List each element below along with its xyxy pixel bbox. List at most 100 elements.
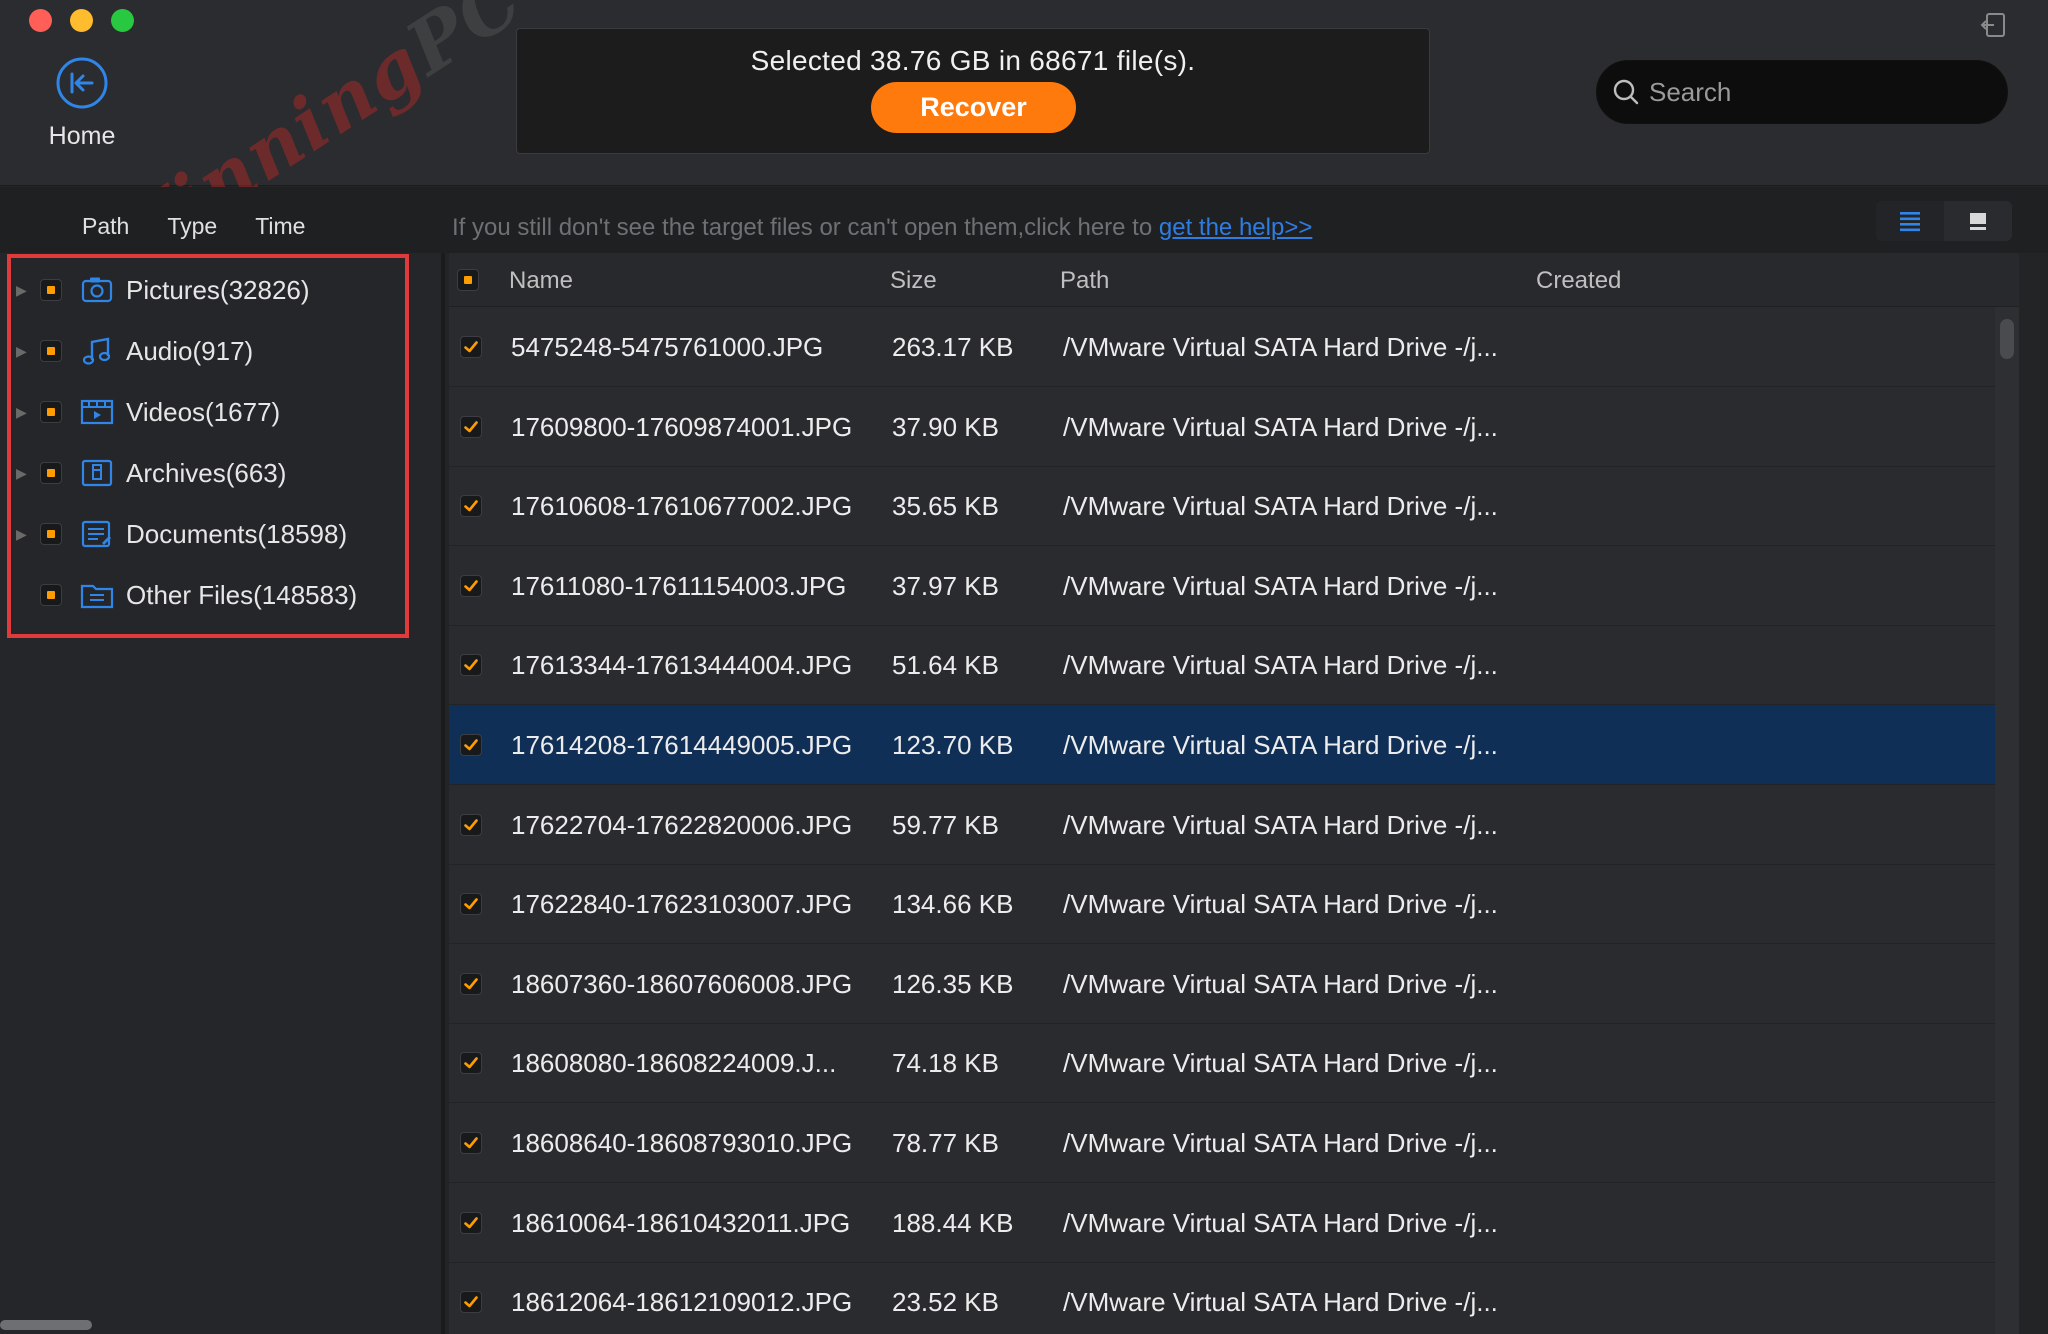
check-icon xyxy=(464,818,478,830)
pictures-icon xyxy=(81,277,113,303)
table-row[interactable]: 17609800-17609874001.JPG 37.90 KB/VMware … xyxy=(449,387,2019,467)
category-documents[interactable]: ▶ Documents(18598) xyxy=(0,506,440,562)
zoom-window-button[interactable] xyxy=(111,9,134,32)
column-size[interactable]: Size xyxy=(890,267,937,295)
help-link[interactable]: get the help>> xyxy=(1159,214,1312,241)
table-header: Name Size Path Created xyxy=(449,253,2019,307)
file-name: 17622704-17622820006.JPG xyxy=(511,809,853,840)
row-checkbox[interactable] xyxy=(460,893,482,916)
file-name: 17614208-17614449005.JPG xyxy=(511,730,853,760)
select-all-checkbox[interactable] xyxy=(457,269,479,291)
file-size: 51.64 KB xyxy=(892,650,999,681)
row-checkbox[interactable] xyxy=(460,415,482,438)
file-name: 17609800-17609874001.JPG xyxy=(511,411,853,442)
row-checkbox[interactable] xyxy=(460,1211,482,1234)
category-checkbox[interactable] xyxy=(40,401,62,423)
table-scrollbar[interactable] xyxy=(1995,307,2019,1334)
category-sidebar: ▶ Pictures(32826) ▶ Audio(917) ▶ Videos(… xyxy=(0,253,445,1334)
category-checkbox[interactable] xyxy=(40,340,62,362)
exit-icon[interactable] xyxy=(1979,10,2009,40)
home-button[interactable]: Home xyxy=(40,56,124,151)
category-checkbox[interactable] xyxy=(40,523,62,545)
home-label: Home xyxy=(48,122,116,150)
preview-view-icon xyxy=(1970,213,1986,230)
category-checkbox[interactable] xyxy=(40,584,62,606)
table-row[interactable]: 18608640-18608793010.JPG 78.77 KB/VMware … xyxy=(449,1103,2019,1183)
check-icon xyxy=(464,977,478,990)
file-path: /VMware Virtual SATA Hard Drive -/j... xyxy=(1063,730,1498,760)
file-path: /VMware Virtual SATA Hard Drive -/j... xyxy=(1063,1207,1498,1238)
selection-status-panel: Selected 38.76 GB in 68671 file(s). Reco… xyxy=(516,28,1430,154)
file-size: 35.65 KB xyxy=(892,491,999,522)
row-checkbox[interactable] xyxy=(460,574,482,597)
minimize-window-button[interactable] xyxy=(70,9,93,32)
row-checkbox[interactable] xyxy=(460,813,482,836)
table-row[interactable]: 17611080-17611154003.JPG 37.97 KB/VMware … xyxy=(449,546,2019,626)
row-checkbox[interactable] xyxy=(460,1052,482,1075)
search-input[interactable] xyxy=(1649,76,1979,108)
recover-button[interactable]: Recover xyxy=(871,82,1076,133)
tab-time[interactable]: Time xyxy=(255,213,305,240)
list-view-button[interactable] xyxy=(1876,201,1944,241)
row-checkbox[interactable] xyxy=(460,654,482,677)
expand-arrow-icon[interactable]: ▶ xyxy=(16,465,40,482)
expand-arrow-icon[interactable]: ▶ xyxy=(16,343,40,360)
file-name: 17622840-17623103007.JPG xyxy=(511,889,853,920)
row-checkbox[interactable] xyxy=(460,734,482,756)
file-path: /VMware Virtual SATA Hard Drive -/j... xyxy=(1063,968,1498,999)
expand-arrow-icon[interactable]: ▶ xyxy=(16,282,40,299)
file-path: /VMware Virtual SATA Hard Drive -/j... xyxy=(1063,889,1498,920)
table-row[interactable]: 17622840-17623103007.JPG 134.66 KB/VMware… xyxy=(449,864,2019,945)
category-pictures[interactable]: ▶ Pictures(32826) xyxy=(0,262,440,318)
row-checkbox[interactable] xyxy=(460,1132,482,1154)
category-other-files[interactable]: Other Files(148583) xyxy=(0,567,440,623)
sidebar-scrollbar[interactable] xyxy=(0,1320,92,1330)
file-name: 5475248-5475761000.JPG xyxy=(511,332,824,362)
search-box[interactable] xyxy=(1596,60,2008,124)
archives-icon xyxy=(81,459,113,487)
app-window: Home WinningPC Selected 38.76 GB in 6867… xyxy=(0,0,2048,1334)
category-label: Pictures(32826) xyxy=(126,274,310,305)
selection-summary: Selected 38.76 GB in 68671 file(s). xyxy=(750,45,1196,76)
close-window-button[interactable] xyxy=(29,9,52,32)
preview-view-button[interactable] xyxy=(1944,201,2012,241)
column-path[interactable]: Path xyxy=(1060,267,1109,295)
back-home-icon xyxy=(56,57,108,109)
check-icon xyxy=(464,500,478,512)
column-name[interactable]: Name xyxy=(509,267,573,295)
row-checkbox[interactable] xyxy=(460,495,482,518)
row-checkbox[interactable] xyxy=(460,972,482,995)
category-checkbox[interactable] xyxy=(40,279,62,301)
check-icon xyxy=(464,420,478,432)
table-row[interactable]: 17610608-17610677002.JPG 35.65 KB/VMware … xyxy=(449,466,2019,547)
expand-arrow-icon[interactable]: ▶ xyxy=(16,526,40,543)
file-path: /VMware Virtual SATA Hard Drive -/j... xyxy=(1063,570,1498,601)
table-row[interactable]: 18610064-18610432011.JPG 188.44 KB/VMware… xyxy=(449,1183,2019,1263)
table-row[interactable]: 18607360-18607606008.JPG 126.35 KB/VMware… xyxy=(449,944,2019,1024)
check-icon xyxy=(464,898,478,910)
expand-arrow-icon[interactable]: ▶ xyxy=(16,404,40,421)
category-audio[interactable]: ▶ Audio(917) xyxy=(0,323,440,379)
table-row[interactable]: 17622704-17622820006.JPG 59.77 KB/VMware … xyxy=(449,785,2019,865)
check-icon xyxy=(464,1057,478,1069)
table-row[interactable]: 5475248-5475761000.JPG 263.17 KB/VMware V… xyxy=(449,307,2019,387)
filter-bar: Path Type Time If you still don't see th… xyxy=(0,187,2048,253)
tab-path[interactable]: Path xyxy=(82,213,129,240)
row-checkbox[interactable] xyxy=(460,1291,482,1314)
table-row[interactable]: 18608080-18608224009.J... 74.18 KB/VMware… xyxy=(449,1023,2019,1104)
file-size: 134.66 KB xyxy=(892,889,1014,920)
table-scrollbar-thumb[interactable] xyxy=(2000,319,2014,359)
row-checkbox[interactable] xyxy=(460,336,482,358)
table-row[interactable]: 18612064-18612109012.JPG 23.52 KB/VMware … xyxy=(449,1262,2019,1334)
tab-type[interactable]: Type xyxy=(167,213,217,240)
column-created[interactable]: Created xyxy=(1536,267,1621,295)
file-path: /VMware Virtual SATA Hard Drive -/j... xyxy=(1063,1287,1498,1318)
sort-tabs: Path Type Time xyxy=(82,213,305,240)
file-name: 18608640-18608793010.JPG xyxy=(511,1128,853,1158)
file-path: /VMware Virtual SATA Hard Drive -/j... xyxy=(1063,491,1498,522)
category-checkbox[interactable] xyxy=(40,462,62,484)
category-videos[interactable]: ▶ Videos(1677) xyxy=(0,384,440,440)
table-row[interactable]: 17613344-17613444004.JPG 51.64 KB/VMware … xyxy=(449,625,2019,706)
table-row[interactable]: 17614208-17614449005.JPG 123.70 KB/VMware… xyxy=(449,705,2019,785)
category-archives[interactable]: ▶ Archives(663) xyxy=(0,445,440,501)
